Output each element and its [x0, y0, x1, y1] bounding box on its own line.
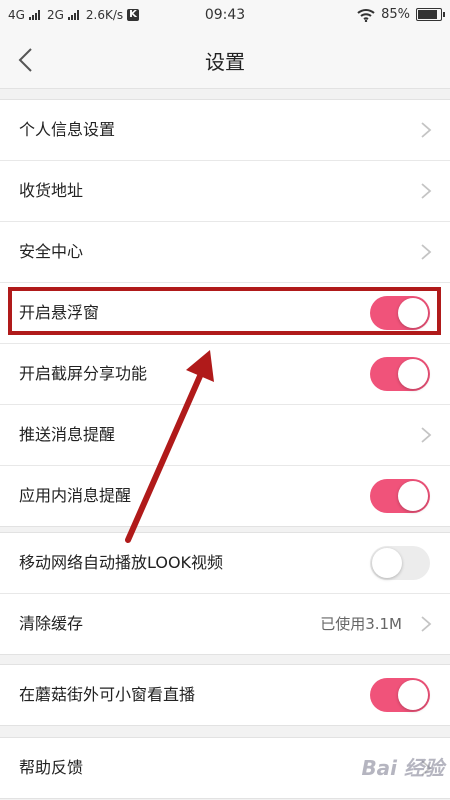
battery-icon — [416, 8, 445, 21]
setting-personal-info[interactable]: 个人信息设置 — [0, 100, 450, 161]
status-right: 85% — [357, 7, 445, 22]
chevron-right-icon — [421, 427, 432, 443]
setting-label: 安全中心 — [19, 242, 84, 261]
cache-size-value: 已使用3.1M — [320, 615, 402, 633]
mini-window-live-toggle[interactable] — [370, 678, 430, 712]
chevron-right-icon — [421, 244, 432, 260]
setting-label: 收货地址 — [19, 181, 84, 200]
chevron-right-icon — [421, 122, 432, 138]
wifi-icon — [357, 8, 375, 22]
setting-label: 开启截屏分享功能 — [19, 364, 148, 383]
toggle-knob — [398, 481, 428, 511]
screenshot-share-toggle[interactable] — [370, 357, 430, 391]
toggle-knob — [398, 359, 428, 389]
setting-label: 在蘑菇街外可小窗看直播 — [19, 685, 196, 704]
toggle-knob — [398, 680, 428, 710]
toggle-knob — [372, 548, 402, 578]
nav-bar: 设置 — [0, 32, 450, 89]
setting-clear-cache[interactable]: 清除缓存 已使用3.1M — [0, 594, 450, 654]
setting-label: 清除缓存 — [19, 614, 84, 633]
autoplay-video-toggle[interactable] — [370, 546, 430, 580]
battery-percent: 85% — [381, 7, 410, 22]
setting-label: 推送消息提醒 — [19, 425, 116, 444]
watermark-logo: Bai 经验 — [361, 756, 444, 780]
setting-mini-window-live: 在蘑菇街外可小窗看直播 — [0, 665, 450, 725]
setting-push-notifications[interactable]: 推送消息提醒 — [0, 405, 450, 466]
setting-security-center[interactable]: 安全中心 — [0, 222, 450, 283]
setting-label: 帮助反馈 — [19, 758, 84, 777]
setting-label: 应用内消息提醒 — [19, 486, 132, 505]
setting-label: 移动网络自动播放LOOK视频 — [19, 553, 224, 572]
setting-in-app-notifications: 应用内消息提醒 — [0, 466, 450, 526]
setting-label: 个人信息设置 — [19, 120, 116, 139]
chevron-right-icon — [421, 183, 432, 199]
setting-screenshot-share: 开启截屏分享功能 — [0, 344, 450, 405]
in-app-notifications-toggle[interactable] — [370, 479, 430, 513]
status-bar: 4G 2G 2.6K/s K 09:43 85% — [0, 0, 450, 32]
chevron-right-icon — [421, 616, 432, 632]
annotation-highlight-box — [8, 287, 441, 335]
page-title: 设置 — [205, 50, 245, 74]
settings-group-live: 在蘑菇街外可小窗看直播 — [0, 664, 450, 726]
settings-group-media: 移动网络自动播放LOOK视频 清除缓存 已使用3.1M — [0, 532, 450, 655]
setting-shipping-address[interactable]: 收货地址 — [0, 161, 450, 222]
setting-autoplay-look-video: 移动网络自动播放LOOK视频 — [0, 533, 450, 594]
